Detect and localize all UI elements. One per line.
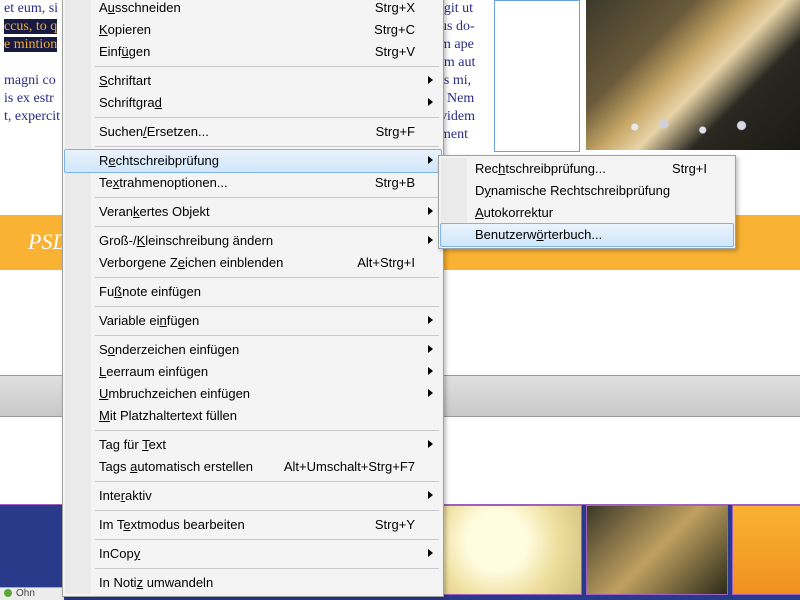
submenu-arrow-icon xyxy=(428,207,433,215)
menu-item-label: Mit Platzhaltertext füllen xyxy=(99,408,237,423)
context-menu-item-21[interactable]: Sonderzeichen einfügen xyxy=(65,339,441,361)
context-menu-item-29[interactable]: Interaktiv xyxy=(65,485,441,507)
context-menu-item-4[interactable]: Schriftart xyxy=(65,70,441,92)
menu-item-label: Tag für Text xyxy=(99,437,166,452)
submenu-arrow-icon xyxy=(428,440,433,448)
thumbnail-frame-2[interactable] xyxy=(586,505,728,595)
context-menu-item-27[interactable]: Tags automatisch erstellen Alt+Umschalt+S… xyxy=(65,456,441,478)
menu-shortcut: Strg+V xyxy=(375,41,415,63)
menu-item-label: Rechtschreibprüfung... xyxy=(475,161,606,176)
submenu-arrow-icon xyxy=(428,316,433,324)
context-menu-item-10[interactable]: Textrahmenoptionen... Strg+B xyxy=(65,172,441,194)
context-menu-item-12[interactable]: Verankertes Objekt xyxy=(65,201,441,223)
menu-separator xyxy=(95,430,439,431)
menu-item-label: Verborgene Zeichen einblenden xyxy=(99,255,283,270)
menu-separator xyxy=(95,539,439,540)
context-menu-item-0[interactable]: Ausschneiden Strg+X xyxy=(65,0,441,19)
context-menu-item-26[interactable]: Tag für Text xyxy=(65,434,441,456)
spellcheck-submenu-item-2[interactable]: Autokorrektur xyxy=(441,202,733,224)
submenu-arrow-icon xyxy=(428,549,433,557)
menu-item-label: Einfügen xyxy=(99,44,150,59)
menu-item-label: InCopy xyxy=(99,546,140,561)
spellcheck-submenu[interactable]: Rechtschreibprüfung... Strg+IDynamische R… xyxy=(438,155,736,249)
context-menu-item-9[interactable]: Rechtschreibprüfung xyxy=(64,149,442,173)
menu-separator xyxy=(95,335,439,336)
context-menu-item-33[interactable]: InCopy xyxy=(65,543,441,565)
context-menu-item-15[interactable]: Verborgene Zeichen einblenden Alt+Strg+I xyxy=(65,252,441,274)
context-menu-item-22[interactable]: Leerraum einfügen xyxy=(65,361,441,383)
context-menu-item-23[interactable]: Umbruchzeichen einfügen xyxy=(65,383,441,405)
menu-shortcut: Strg+C xyxy=(374,19,415,41)
status-dot-icon xyxy=(4,589,12,597)
context-menu-item-19[interactable]: Variable einfügen xyxy=(65,310,441,332)
menu-item-label: Umbruchzeichen einfügen xyxy=(99,386,250,401)
menu-item-label: Schriftart xyxy=(99,73,151,88)
menu-shortcut: Strg+F xyxy=(376,121,415,143)
menu-separator xyxy=(95,510,439,511)
thumbnail-frame-1[interactable] xyxy=(440,505,582,595)
menu-separator xyxy=(95,226,439,227)
menu-item-label: Interaktiv xyxy=(99,488,152,503)
menu-item-label: Schriftgrad xyxy=(99,95,162,110)
menu-item-label: Fußnote einfügen xyxy=(99,284,201,299)
menu-separator xyxy=(95,66,439,67)
submenu-arrow-icon xyxy=(428,389,433,397)
context-menu-item-35[interactable]: In Notiz umwandeln xyxy=(65,572,441,594)
spellcheck-submenu-item-0[interactable]: Rechtschreibprüfung... Strg+I xyxy=(441,158,733,180)
context-menu-item-7[interactable]: Suchen/Ersetzen... Strg+F xyxy=(65,121,441,143)
menu-separator xyxy=(95,146,439,147)
menu-item-label: Tags automatisch erstellen xyxy=(99,459,253,474)
context-menu[interactable]: AusschneidenStrg+XKopierenStrg+CEinfügen… xyxy=(62,0,444,597)
menu-shortcut: Alt+Umschalt+Strg+F7 xyxy=(284,456,415,478)
menu-item-label: Verankertes Objekt xyxy=(99,204,210,219)
spellcheck-submenu-item-3[interactable]: Benutzerwörterbuch... xyxy=(440,223,734,247)
menu-item-label: Sonderzeichen einfügen xyxy=(99,342,239,357)
menu-shortcut: Strg+X xyxy=(375,0,415,19)
context-menu-item-2[interactable]: Einfügen Strg+V xyxy=(65,41,441,63)
context-menu-item-17[interactable]: Fußnote einfügen xyxy=(65,281,441,303)
body-text-right: igit ut us do- m ape im aut is mi, . Nem… xyxy=(440,0,494,150)
submenu-arrow-icon xyxy=(428,491,433,499)
menu-shortcut: Alt+Strg+I xyxy=(357,252,415,274)
body-text-left: et eum, si ccus, to q e mintion magni co… xyxy=(0,0,66,150)
menu-shortcut: Strg+I xyxy=(672,158,707,180)
context-menu-item-1[interactable]: Kopieren Strg+C xyxy=(65,19,441,41)
menu-separator xyxy=(95,568,439,569)
menu-item-label: Benutzerwörterbuch... xyxy=(475,227,602,242)
menu-item-label: Ausschneiden xyxy=(99,0,181,15)
menu-item-label: Variable einfügen xyxy=(99,313,199,328)
menu-shortcut: Strg+B xyxy=(375,172,415,194)
menu-separator xyxy=(95,306,439,307)
status-bar: Ohn xyxy=(0,587,64,600)
submenu-arrow-icon xyxy=(428,345,433,353)
menu-separator xyxy=(95,117,439,118)
context-menu-item-24[interactable]: Mit Platzhaltertext füllen xyxy=(65,405,441,427)
thumbnail-frame-3[interactable] xyxy=(732,505,800,595)
menu-item-label: In Notiz umwandeln xyxy=(99,575,213,590)
menu-item-label: Autokorrektur xyxy=(475,205,553,220)
menu-item-label: Leerraum einfügen xyxy=(99,364,208,379)
menu-separator xyxy=(95,197,439,198)
menu-item-label: Groß-/Kleinschreibung ändern xyxy=(99,233,273,248)
photo-roses[interactable] xyxy=(586,0,800,150)
context-menu-item-5[interactable]: Schriftgrad xyxy=(65,92,441,114)
submenu-arrow-icon xyxy=(428,367,433,375)
submenu-arrow-icon xyxy=(428,236,433,244)
menu-shortcut: Strg+Y xyxy=(375,514,415,536)
context-menu-item-31[interactable]: Im Textmodus bearbeiten Strg+Y xyxy=(65,514,441,536)
menu-item-label: Textrahmenoptionen... xyxy=(99,175,228,190)
submenu-arrow-icon xyxy=(428,156,433,164)
menu-item-label: Im Textmodus bearbeiten xyxy=(99,517,245,532)
submenu-arrow-icon xyxy=(428,76,433,84)
spellcheck-submenu-item-1[interactable]: Dynamische Rechtschreibprüfung xyxy=(441,180,733,202)
empty-frame[interactable] xyxy=(494,0,580,152)
submenu-arrow-icon xyxy=(428,98,433,106)
menu-item-label: Rechtschreibprüfung xyxy=(99,153,219,168)
menu-separator xyxy=(95,481,439,482)
menu-separator xyxy=(95,277,439,278)
menu-item-label: Suchen/Ersetzen... xyxy=(99,124,209,139)
menu-item-label: Dynamische Rechtschreibprüfung xyxy=(475,183,670,198)
context-menu-item-14[interactable]: Groß-/Kleinschreibung ändern xyxy=(65,230,441,252)
menu-item-label: Kopieren xyxy=(99,22,151,37)
